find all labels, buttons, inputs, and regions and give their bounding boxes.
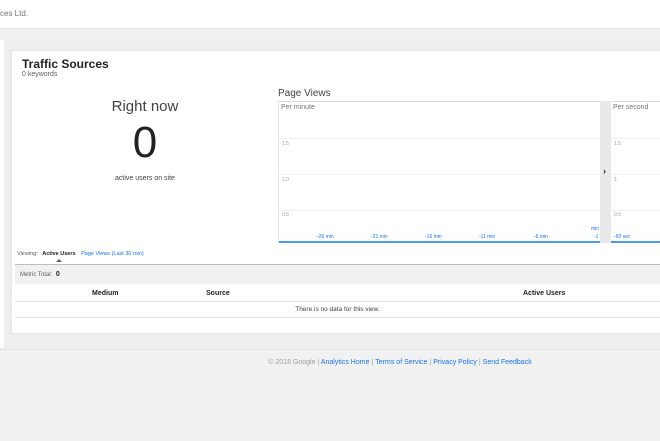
terms-of-service-link[interactable]: Terms of Service (375, 359, 427, 366)
per-minute-chart: Per minute 1.5 1.0 0.5 -26 min -21 min -… (278, 101, 601, 244)
column-header-active-users[interactable]: Active Users (523, 290, 565, 297)
page-title: Traffic Sources (22, 57, 109, 71)
metric-total-bar: Metric Total: 0 (15, 264, 660, 284)
x-tick-label: -11 min (479, 234, 496, 240)
metric-total: Metric Total: 0 (20, 271, 60, 278)
x-tick-unit: min (591, 226, 600, 232)
chevron-right-icon[interactable]: › (603, 166, 606, 176)
column-header-medium[interactable]: Medium (92, 290, 118, 297)
data-table: Medium Source Active Users There is no d… (15, 286, 660, 320)
viewing-selector: Viewing: Active Users Page Views (Last 3… (17, 251, 144, 257)
send-feedback-link[interactable]: Send Feedback (483, 359, 532, 366)
gridline (279, 210, 601, 211)
top-bar: ces Ltd. (0, 0, 660, 29)
per-minute-label: Per minute (281, 104, 315, 111)
account-breadcrumb[interactable]: ces Ltd. (0, 9, 28, 18)
x-tick-label: -21 min (371, 234, 388, 240)
gridline (611, 174, 660, 175)
table-header: Medium Source Active Users (15, 286, 660, 302)
y-tick-label: 0.5 (282, 212, 289, 218)
gridline (279, 174, 601, 175)
x-tick-label: -16 min (425, 234, 442, 240)
metric-total-value: 0 (55, 271, 60, 278)
chart-baseline (279, 241, 601, 243)
x-tick-label: -1 (594, 234, 599, 240)
x-tick-label: -26 min (317, 234, 334, 240)
gridline (611, 138, 660, 139)
gridline (611, 210, 660, 211)
gridline (279, 138, 601, 139)
x-tick-label: -60 sec (614, 234, 631, 240)
y-tick-label: 1. (614, 177, 619, 183)
column-header-source[interactable]: Source (206, 290, 230, 297)
x-tick-label: -6 min (534, 234, 548, 240)
tab-page-views[interactable]: Page Views (Last 30 min) (81, 251, 144, 257)
page-views-title: Page Views (278, 88, 331, 99)
footer-links: © 2018 Google | Analytics Home | Terms of … (268, 359, 532, 366)
per-second-label: Per second (613, 104, 649, 111)
privacy-policy-link[interactable]: Privacy Policy (433, 359, 477, 366)
page-subtitle: 0 keywords (22, 71, 58, 78)
y-tick-label: 1.0 (282, 177, 289, 183)
empty-table-message: There is no data for this view. (15, 302, 660, 318)
analytics-home-link[interactable]: Analytics Home (321, 359, 370, 366)
y-tick-label: 1.5 (282, 141, 289, 147)
metric-total-label: Metric Total: (20, 272, 53, 278)
right-now-label: Right now (111, 98, 179, 115)
active-users-caption: active users on site (115, 175, 175, 182)
y-tick-label: 1.5 (614, 141, 621, 147)
viewing-label: Viewing: (17, 251, 38, 257)
tab-active-users[interactable]: Active Users (42, 251, 75, 257)
footer-copyright: © 2018 Google | (268, 359, 320, 366)
chart-baseline (611, 241, 660, 243)
per-second-chart: Per second 1.5 1. 0.5 -60 sec (611, 101, 660, 244)
active-users-count: 0 (132, 118, 158, 167)
y-tick-label: 0.5 (614, 212, 621, 218)
